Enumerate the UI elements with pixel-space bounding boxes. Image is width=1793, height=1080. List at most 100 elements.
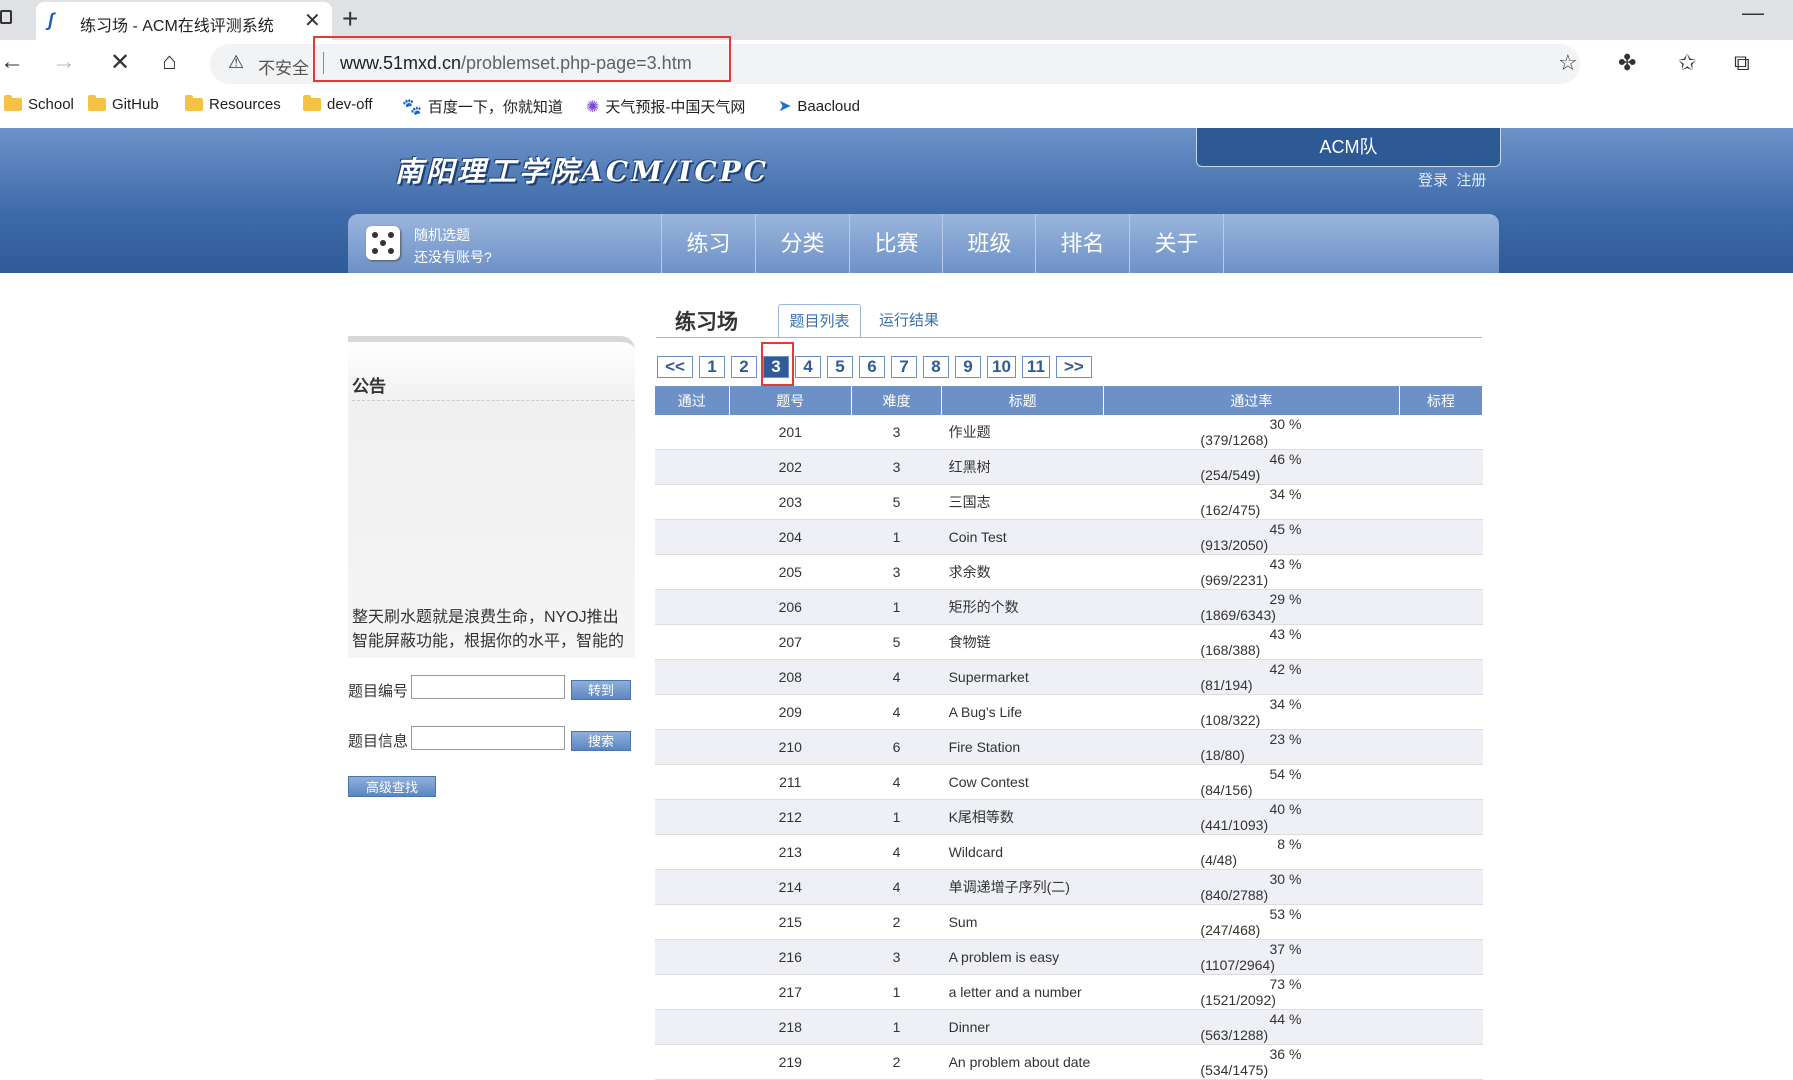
- problem-title-link[interactable]: An problem about date: [941, 1044, 1104, 1080]
- table-row: 219 2 An problem about date 36 %(534/1475): [655, 1044, 1483, 1080]
- bookmark-weather[interactable]: ✺ 天气预报-中国天气网: [586, 96, 745, 117]
- difficulty-cell: 5: [851, 484, 942, 520]
- problem-title-link[interactable]: 作业题: [941, 415, 1104, 450]
- pass-rate-count: (379/1268): [1200, 432, 1269, 448]
- problem-title-link[interactable]: 单调递增子序列(二): [941, 869, 1104, 905]
- bookmark-resources[interactable]: Resources: [185, 95, 281, 113]
- difficulty-cell: 3: [851, 939, 942, 975]
- bookmark-label: dev-off: [327, 96, 373, 113]
- warning-icon[interactable]: ⚠: [228, 52, 244, 73]
- page-link[interactable]: 8: [923, 356, 949, 378]
- forward-icon[interactable]: →: [52, 48, 76, 76]
- problem-info-input[interactable]: [411, 726, 565, 750]
- problem-title-link[interactable]: 三国志: [941, 484, 1104, 520]
- nav-about[interactable]: 关于: [1129, 214, 1224, 273]
- problem-title-link[interactable]: Wildcard: [941, 834, 1104, 870]
- solution-cell: [1399, 1009, 1483, 1045]
- problem-title-link[interactable]: A problem is easy: [941, 939, 1104, 975]
- problem-title-link[interactable]: a letter and a number: [941, 974, 1104, 1010]
- bookmark-baidu[interactable]: 🐾 百度一下，你就知道: [402, 96, 563, 117]
- bookmark-dev-off[interactable]: dev-off: [303, 95, 373, 113]
- security-label[interactable]: 不安全: [258, 54, 309, 79]
- col-pass-rate[interactable]: 通过率: [1103, 386, 1400, 415]
- site-logo[interactable]: 南阳理工学院ACM/ICPC: [395, 150, 769, 190]
- problem-title-link[interactable]: Coin Test: [941, 519, 1104, 555]
- problem-title-link[interactable]: 矩形的个数: [941, 589, 1104, 625]
- new-tab-icon[interactable]: +: [342, 2, 358, 36]
- col-solution[interactable]: 标程: [1399, 386, 1484, 415]
- search-button[interactable]: 搜索: [571, 731, 631, 751]
- problem-title-link[interactable]: Fire Station: [941, 729, 1104, 765]
- dice-icon[interactable]: [366, 226, 400, 260]
- close-tab-icon[interactable]: ✕: [304, 8, 321, 33]
- problem-title-link[interactable]: K尾相等数: [941, 799, 1104, 835]
- problem-title-link[interactable]: Sum: [941, 904, 1104, 940]
- nav-category[interactable]: 分类: [755, 214, 849, 273]
- random-problem-link[interactable]: 随机选题: [414, 224, 492, 246]
- favorites-icon[interactable]: ✩: [1678, 50, 1696, 76]
- page-link[interactable]: 11: [1021, 356, 1050, 378]
- problem-title-link[interactable]: Cow Contest: [941, 764, 1104, 800]
- signup-prompt-link[interactable]: 还没有账号?: [414, 246, 492, 268]
- nav-class[interactable]: 班级: [942, 214, 1036, 273]
- home-icon[interactable]: ⌂: [162, 48, 177, 76]
- back-icon[interactable]: ←: [0, 48, 24, 76]
- difficulty-cell: 2: [851, 904, 942, 940]
- difficulty-cell: 2: [851, 1044, 942, 1080]
- tab-run-results[interactable]: 运行结果: [879, 309, 939, 330]
- problem-title-link[interactable]: Supermarket: [941, 659, 1104, 695]
- table-row: 204 1 Coin Test 45 %(913/2050): [655, 519, 1483, 555]
- difficulty-cell: 1: [851, 799, 942, 835]
- col-difficulty[interactable]: 难度: [851, 386, 943, 415]
- nav-contest[interactable]: 比赛: [849, 214, 943, 273]
- page-link[interactable]: 1: [699, 356, 725, 378]
- tab-problem-list[interactable]: 题目列表: [778, 304, 861, 338]
- pass-rate-percent: 42 %: [1269, 661, 1302, 677]
- problem-title-link[interactable]: Dinner: [941, 1009, 1104, 1045]
- nav-practice[interactable]: 练习: [661, 214, 755, 273]
- register-link[interactable]: 注册: [1456, 172, 1486, 189]
- page-link[interactable]: 9: [955, 356, 981, 378]
- pass-rate-count: (108/322): [1200, 712, 1261, 728]
- page-link[interactable]: 4: [795, 356, 821, 378]
- col-passed[interactable]: 通过: [655, 386, 730, 415]
- difficulty-cell: 4: [851, 764, 942, 800]
- nav-ranking[interactable]: 排名: [1035, 214, 1129, 273]
- pass-rate-percent: 44 %: [1269, 1011, 1302, 1027]
- page-link[interactable]: 5: [827, 356, 853, 378]
- tab-actions-icon[interactable]: [0, 10, 12, 24]
- stop-loading-icon[interactable]: ✕: [110, 48, 130, 77]
- advanced-search-button[interactable]: 高级查找: [348, 776, 436, 797]
- problem-id-input[interactable]: [411, 675, 565, 699]
- col-id[interactable]: 题号: [729, 386, 852, 415]
- problem-title-link[interactable]: 求余数: [941, 554, 1104, 590]
- extensions-icon[interactable]: ✤: [1618, 50, 1636, 76]
- problem-title-link[interactable]: A Bug's Life: [941, 694, 1104, 730]
- page-link[interactable]: 10: [987, 356, 1016, 378]
- browser-tab[interactable]: ʃ 练习场 - ACM在线评测系统 ✕: [36, 2, 332, 40]
- problem-id-cell: 212: [729, 799, 852, 835]
- notice-text: 整天刷水题就是浪费生命，NYOJ推出智能屏蔽功能，根据你的水平，智能的为你: [352, 609, 625, 648]
- page-link[interactable]: 6: [859, 356, 885, 378]
- bookmark-baacloud[interactable]: ➤ Baacloud: [778, 96, 860, 116]
- col-title[interactable]: 标题: [941, 386, 1105, 415]
- page-link[interactable]: 7: [891, 356, 917, 378]
- bookmark-github[interactable]: GitHub: [88, 95, 159, 113]
- login-link[interactable]: 登录: [1418, 172, 1448, 189]
- page-last[interactable]: >>: [1055, 356, 1092, 378]
- bookmark-school[interactable]: School: [4, 95, 74, 113]
- problem-title-link[interactable]: 红黑树: [941, 449, 1104, 485]
- collections-icon[interactable]: ⧉: [1734, 50, 1750, 76]
- table-row: 217 1 a letter and a number 73 %(1521/2092): [655, 974, 1483, 1010]
- tab-title: 练习场 - ACM在线评测系统: [80, 18, 274, 35]
- page-first[interactable]: <<: [657, 356, 693, 378]
- add-favorite-icon[interactable]: ☆: [1558, 50, 1578, 76]
- pass-rate-percent: 34 %: [1269, 696, 1302, 712]
- passed-cell: [655, 799, 729, 835]
- problem-title-link[interactable]: 食物链: [941, 624, 1104, 660]
- page-link[interactable]: 2: [731, 356, 757, 378]
- goto-button[interactable]: 转到: [571, 680, 631, 700]
- acm-team-link[interactable]: ACM队: [1196, 128, 1501, 167]
- minimize-window-icon[interactable]: —: [1742, 0, 1764, 26]
- table-row: 214 4 单调递增子序列(二) 30 %(840/2788): [655, 869, 1483, 905]
